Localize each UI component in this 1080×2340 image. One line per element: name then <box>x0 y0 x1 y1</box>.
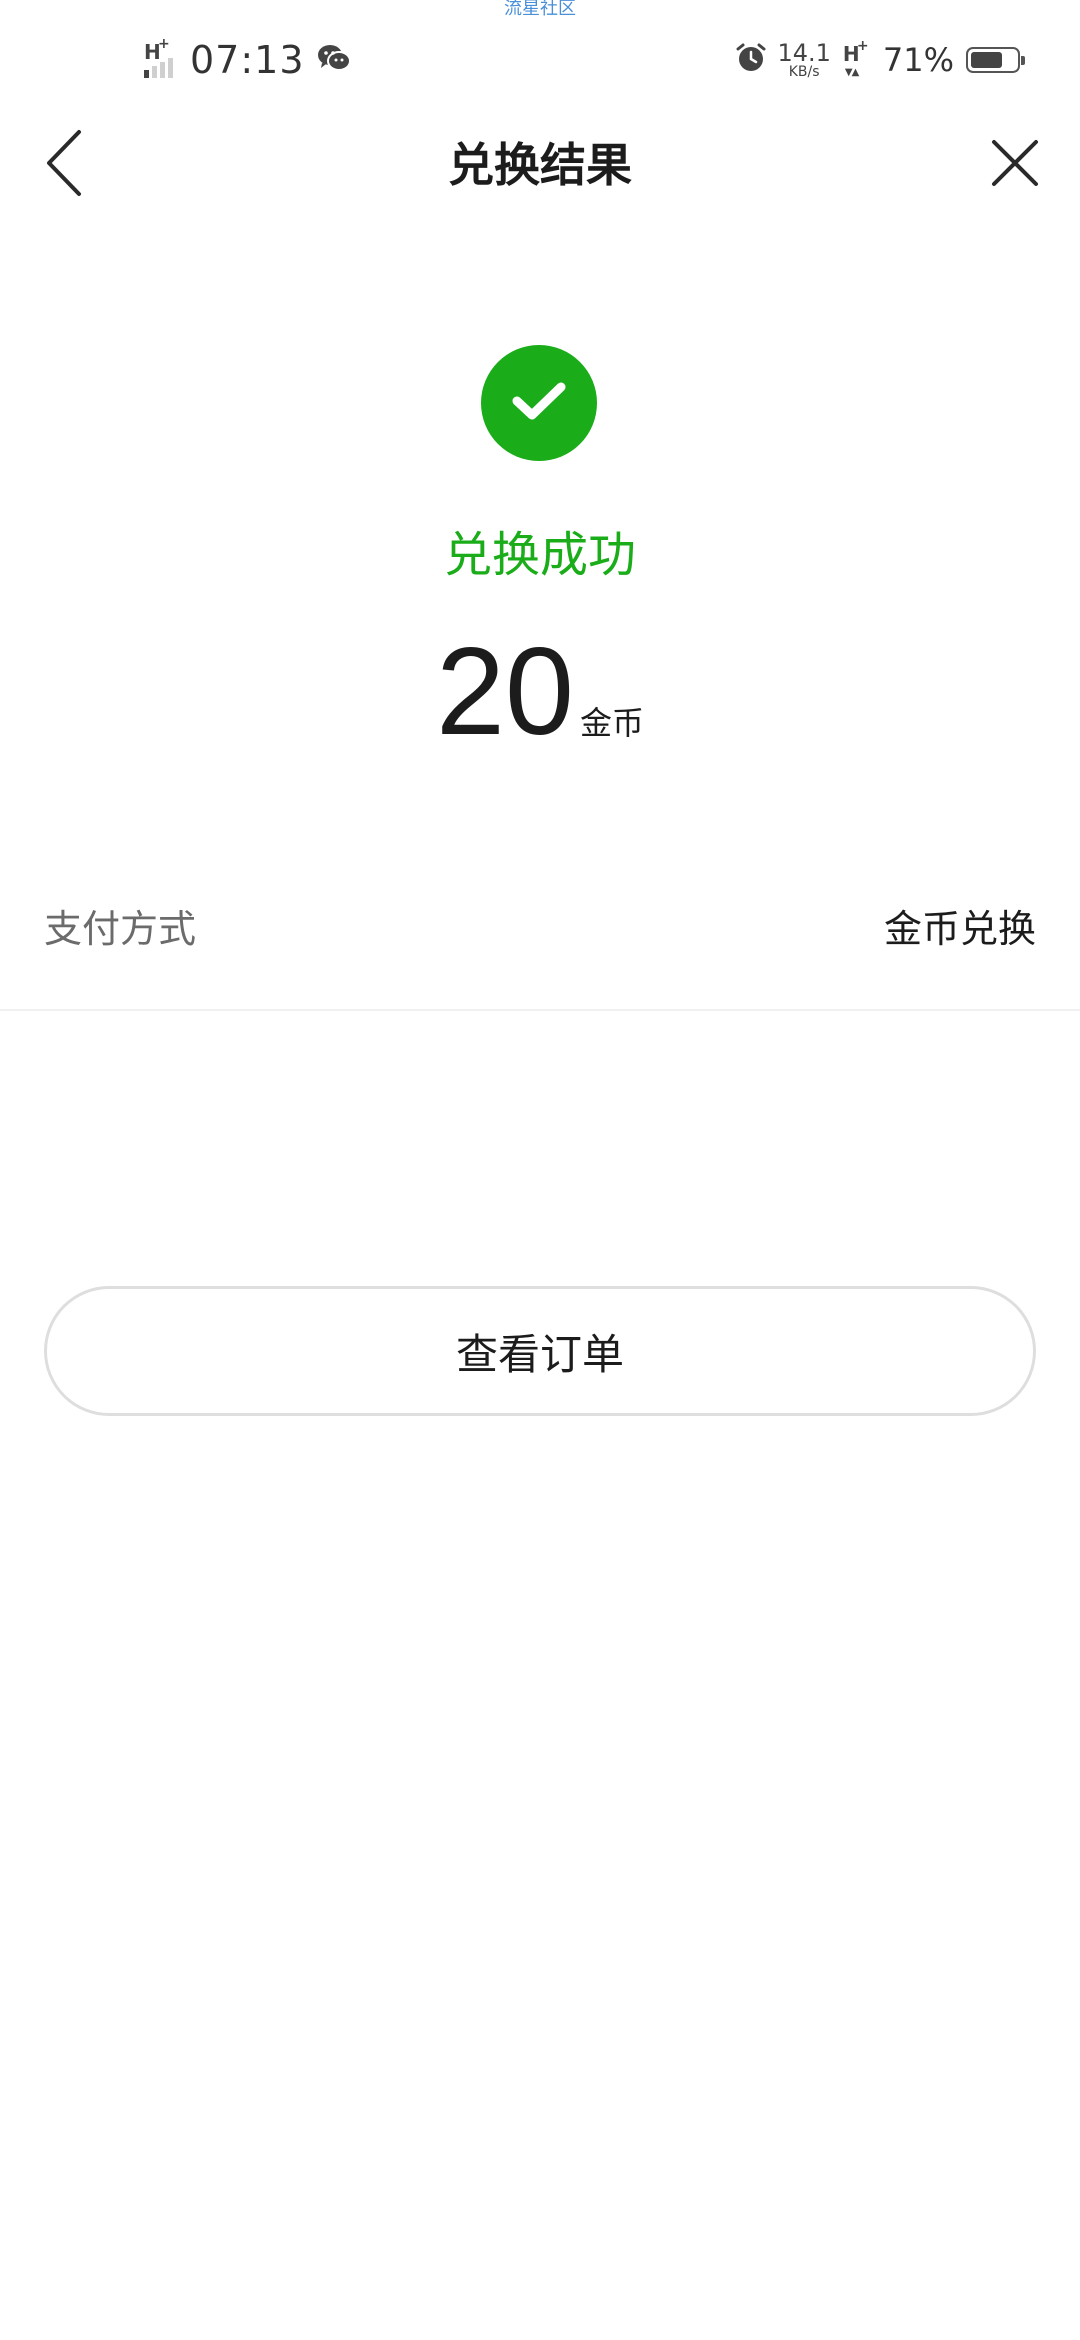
nav-header: 兑换结果 <box>0 100 1080 230</box>
network-plus-label: + <box>158 36 170 52</box>
payment-method-row: 支付方式 金币兑换 <box>44 898 1036 953</box>
payment-method-value: 金币兑换 <box>883 907 1036 951</box>
view-order-button[interactable]: 查看订单 <box>44 1286 1036 1416</box>
battery-percent: 71% <box>882 41 954 79</box>
close-icon <box>990 138 1040 192</box>
amount-display: 20 金币 <box>0 630 1080 754</box>
battery-icon <box>966 47 1025 73</box>
divider <box>0 1009 1080 1011</box>
success-status-text: 兑换成功 <box>443 527 636 583</box>
network-speed: 14.1 KB/s <box>777 41 830 79</box>
exchange-result-page: 流星社区 H + 07:13 14.1 KB/s H + ▼▲ 71% 兑换结果… <box>0 0 1080 2340</box>
watermark: 流星社区 <box>504 0 576 19</box>
payment-method-label: 支付方式 <box>44 907 197 951</box>
amount-value: 20 <box>436 623 574 761</box>
clock-time: 07:13 <box>190 38 305 82</box>
amount-unit: 金币 <box>579 704 644 742</box>
signal-strength-icon: H + <box>144 36 180 78</box>
wechat-icon <box>317 42 351 78</box>
close-button[interactable] <box>980 120 1050 210</box>
network-speed-unit: KB/s <box>788 64 820 80</box>
back-button[interactable] <box>30 120 100 210</box>
alarm-icon <box>735 42 767 78</box>
chevron-left-icon <box>43 128 87 202</box>
network-speed-value: 14.1 <box>777 39 831 67</box>
success-badge <box>481 345 597 461</box>
page-title: 兑换结果 <box>448 138 632 192</box>
status-bar: H + 07:13 14.1 KB/s H + ▼▲ 71% <box>0 30 1080 90</box>
data-network-icon: H + ▼▲ <box>842 38 869 78</box>
status-bar-left: H + 07:13 <box>144 36 351 82</box>
status-bar-right: 14.1 KB/s H + ▼▲ 71% <box>735 38 1025 82</box>
checkmark-icon <box>511 380 567 426</box>
network-plus-label-2: + <box>856 38 869 54</box>
